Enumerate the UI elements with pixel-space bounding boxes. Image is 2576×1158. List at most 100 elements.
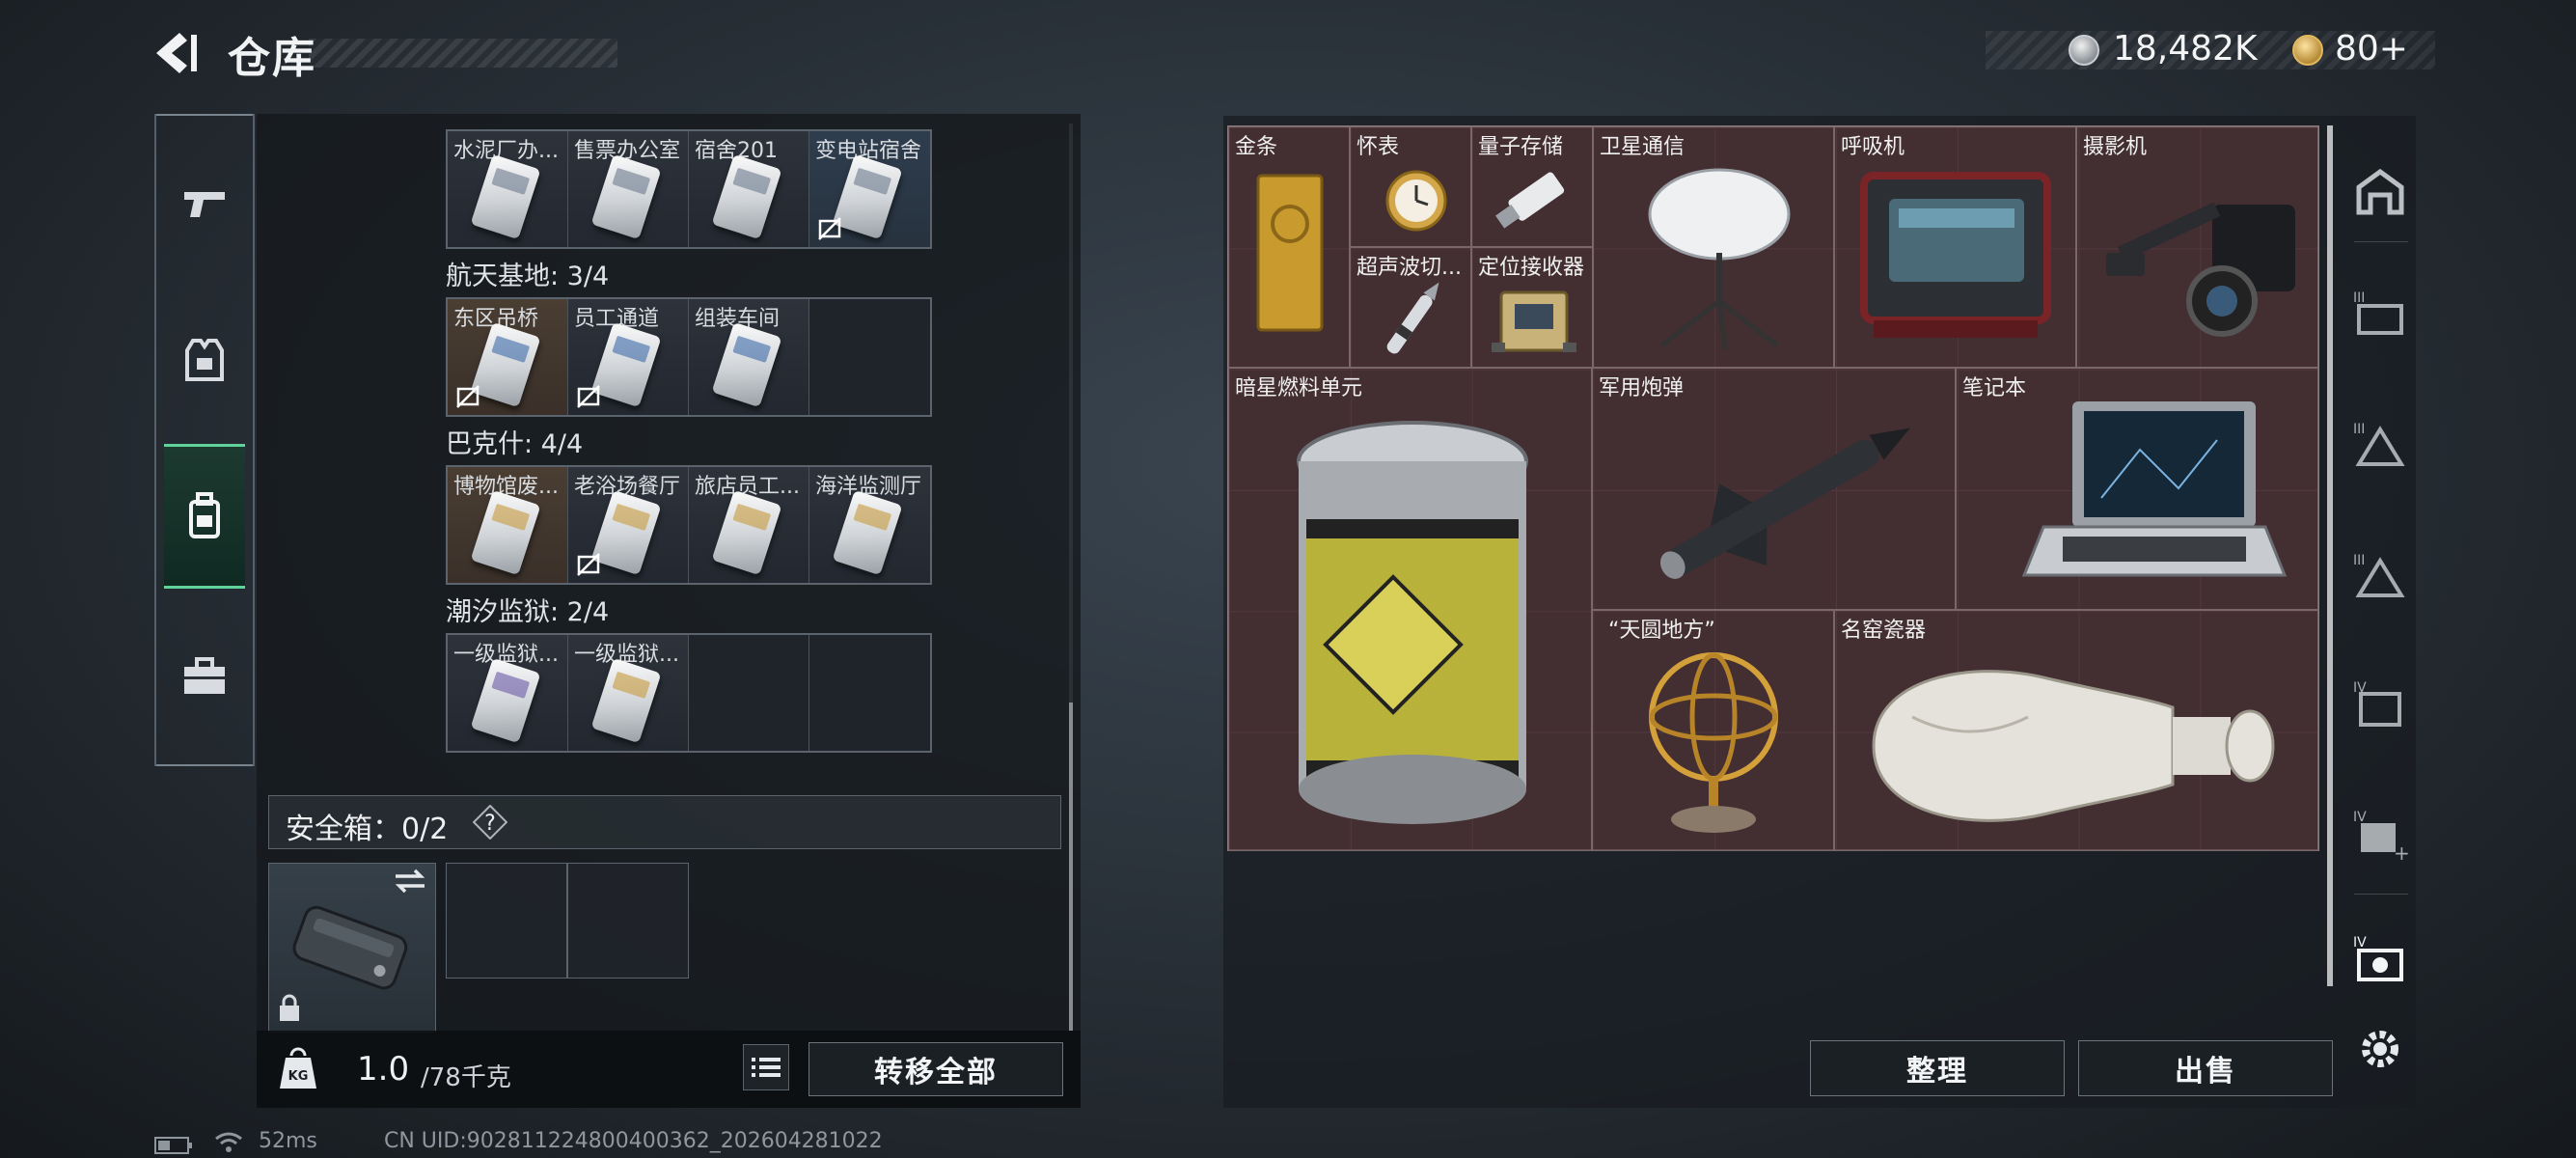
stash-item-pocket-watch[interactable]: 怀表 (1350, 126, 1471, 247)
item-label: 定位接收器 (1478, 256, 1585, 280)
scalpel-icon (1386, 282, 1439, 354)
svg-text:III: III (2353, 553, 2365, 568)
keycard-slot[interactable]: 变电站宿舍 (809, 131, 930, 247)
receiver-device-icon (1492, 290, 1576, 352)
stash-item-fuel-cell[interactable]: 暗星燃料单元 (1228, 368, 1592, 851)
gold-bar-icon (1256, 174, 1324, 332)
vest-icon (185, 339, 224, 381)
stash-page-3b-icon[interactable]: III (2350, 417, 2410, 477)
svg-text:IV: IV (2353, 810, 2367, 825)
svg-text:III: III (2353, 290, 2365, 306)
keycard-image (832, 153, 903, 240)
no-sell-icon (577, 553, 600, 576)
tab-toolbox[interactable] (164, 604, 245, 749)
rail-divider (2354, 894, 2408, 895)
item-label: 金条 (1235, 135, 1278, 159)
svg-text:IV: IV (2353, 935, 2367, 951)
satellite-dish-icon (1648, 168, 1791, 350)
keycard-image (590, 321, 662, 408)
keycard-image (711, 153, 782, 240)
tab-armor[interactable] (164, 288, 245, 432)
svg-text:III: III (2353, 422, 2365, 437)
tab-weapons[interactable] (164, 131, 245, 276)
keycard-grid-1: 东区吊桥 员工通道 组装车间 (446, 297, 932, 417)
keycard-group-title: 航天基地: 3/4 (446, 262, 610, 291)
stash-item-porcelain[interactable]: 名窑瓷器 (1834, 610, 2318, 851)
stash-page-home-icon[interactable] (2350, 162, 2410, 222)
sell-button[interactable]: 出售 (2078, 1040, 2333, 1096)
stash-scrollbar[interactable] (2327, 125, 2333, 986)
missile-icon (1659, 427, 1910, 579)
backpack-scroll-thumb[interactable] (1069, 703, 1073, 1031)
title-stripe-decoration (309, 39, 617, 68)
keycard-slot[interactable]: 博物馆废... (448, 467, 568, 583)
stash-page-4a-icon[interactable]: IV (2350, 676, 2410, 735)
list-view-button[interactable] (743, 1044, 789, 1090)
keycard-image (470, 489, 541, 576)
stash-item-satellite-comm[interactable]: 卫星通信 (1593, 126, 1834, 368)
keycard-slot[interactable]: 组装车间 (689, 299, 809, 415)
keycard-slot-empty (809, 635, 930, 751)
keycard-slot[interactable]: 一级监狱... (568, 635, 689, 751)
keycard-slot[interactable]: 售票办公室 (568, 131, 689, 247)
keycard-slot[interactable]: 宿舍201 (689, 131, 809, 247)
gold-currency-amount[interactable]: 80+ (2335, 29, 2408, 69)
stash-item-ultrasonic-cutter[interactable]: 超声波切... (1350, 247, 1471, 368)
wifi-icon (215, 1132, 242, 1152)
page-title: 仓库 (228, 34, 316, 83)
pistol-icon (184, 192, 225, 217)
keycard-slot[interactable]: 员工通道 (568, 299, 689, 415)
stash-page-3a-icon[interactable]: III (2350, 286, 2410, 345)
svg-text:+: + (2394, 841, 2409, 862)
stash-item-laptop[interactable]: 笔记本 (1956, 368, 2318, 610)
keycard-image (711, 321, 782, 408)
stash-item-missile[interactable]: 军用炮弹 (1592, 368, 1956, 610)
keycard-slot[interactable]: 海洋监测厅 (809, 467, 930, 583)
keycard-grid-3: 一级监狱... 一级监狱... (446, 633, 932, 753)
stash-page-4c-icon[interactable]: IV (2350, 930, 2410, 990)
keycard-grid-0: 水泥厂办... 售票办公室 宿舍201 变电站宿舍 (446, 129, 932, 249)
stash-item-gold-bar[interactable]: 金条 (1228, 126, 1350, 368)
weight-capacity: /78千克 (421, 1063, 511, 1092)
keycard-slot[interactable]: 东区吊桥 (448, 299, 568, 415)
sort-button[interactable]: 整理 (1810, 1040, 2065, 1096)
keycard-image (711, 489, 782, 576)
gear-icon[interactable] (2354, 1023, 2406, 1075)
stash-item-quantum-storage[interactable]: 量子存储 (1471, 126, 1593, 247)
stash-page-4b-icon[interactable]: IV + (2350, 805, 2410, 865)
keycard-image (470, 321, 541, 408)
gold-coin-icon (2292, 35, 2323, 66)
ping-text: 52ms (259, 1129, 317, 1153)
rail-divider (2354, 241, 2408, 242)
swap-icon[interactable] (392, 867, 428, 896)
transfer-all-button[interactable]: 转移全部 (808, 1042, 1063, 1096)
keycard-grid-2: 博物馆废... 老浴场餐厅 旅店员工... 海洋监测厅 (446, 465, 932, 585)
pocket-watch-icon (1385, 170, 1447, 232)
keycard-slot[interactable]: 旅店员工... (689, 467, 809, 583)
weight-icon: KG (280, 1047, 316, 1089)
keycard-slot[interactable]: 一级监狱... (448, 635, 568, 751)
svg-text:KG: KG (288, 1069, 309, 1084)
stash-item-camera[interactable]: 摄影机 (2076, 126, 2318, 368)
usb-drive-icon (1495, 172, 1565, 229)
silver-currency-amount[interactable]: 18,482K (2113, 29, 2258, 69)
stash-item-armillary-sphere[interactable]: “天圆地方” (1592, 610, 1834, 851)
stash-item-ventilator[interactable]: 呼吸机 (1834, 126, 2076, 368)
ventilator-icon (1860, 172, 2051, 338)
no-sell-icon (818, 217, 841, 240)
keycard-image (590, 489, 662, 576)
stash-page-3c-icon[interactable]: III (2350, 548, 2410, 608)
fuel-canister-icon (1297, 421, 1528, 824)
back-arrow-icon[interactable] (152, 31, 201, 75)
battery-icon (154, 1137, 192, 1154)
keycard-slot[interactable]: 水泥厂办... (448, 131, 568, 247)
item-label: 暗星燃料单元 (1235, 376, 1363, 400)
keycard-image (590, 657, 662, 744)
no-sell-icon (577, 385, 600, 408)
porcelain-vase-icon (1872, 670, 2275, 822)
tab-backpack[interactable] (164, 444, 245, 589)
keycard-slot[interactable]: 老浴场餐厅 (568, 467, 689, 583)
keycard-slot-empty (809, 299, 930, 415)
stash-item-locator-receiver[interactable]: 定位接收器 (1471, 247, 1593, 368)
help-icon[interactable]: ? (473, 805, 507, 840)
